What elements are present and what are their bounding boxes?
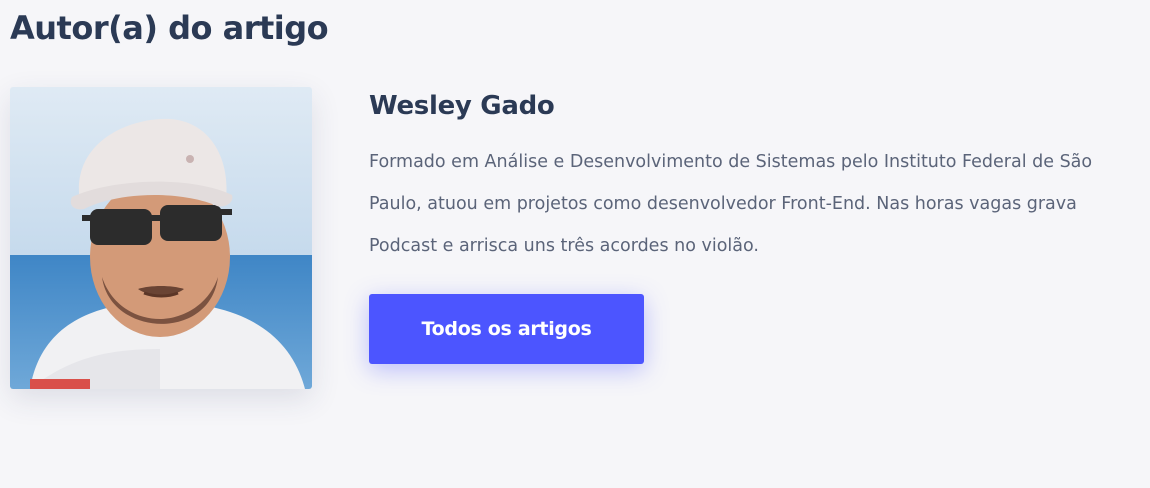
section-title: Autor(a) do artigo bbox=[10, 9, 329, 47]
author-name: Wesley Gado bbox=[369, 91, 555, 121]
author-avatar bbox=[10, 87, 312, 389]
author-bio: Formado em Análise e Desenvolvimento de … bbox=[369, 152, 1093, 256]
author-photo-image bbox=[10, 87, 312, 389]
all-articles-button[interactable]: Todos os artigos bbox=[369, 294, 644, 364]
